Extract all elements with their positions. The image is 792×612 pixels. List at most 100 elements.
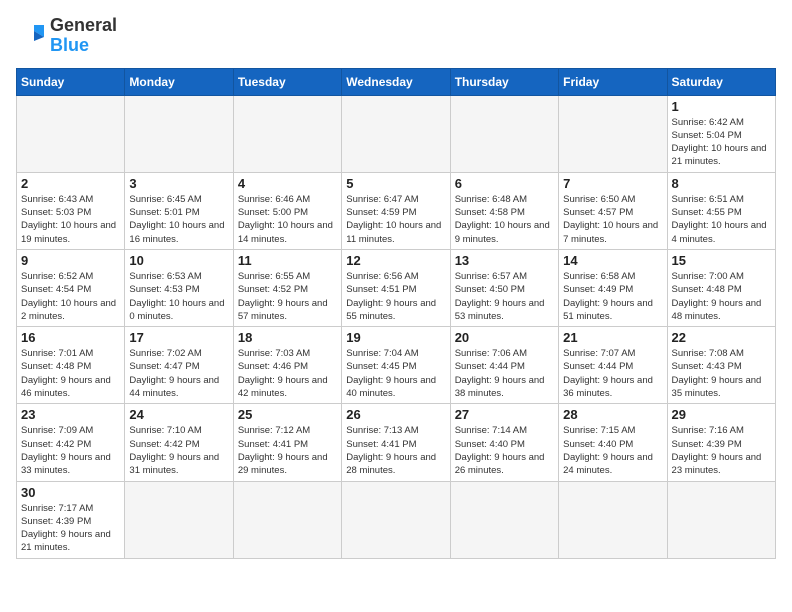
day-number: 16 xyxy=(21,330,120,345)
day-info: Sunrise: 7:09 AM Sunset: 4:42 PM Dayligh… xyxy=(21,424,120,477)
day-cell: 24Sunrise: 7:10 AM Sunset: 4:42 PM Dayli… xyxy=(125,404,233,481)
day-number: 7 xyxy=(563,176,662,191)
day-cell: 12Sunrise: 6:56 AM Sunset: 4:51 PM Dayli… xyxy=(342,249,450,326)
day-info: Sunrise: 6:52 AM Sunset: 4:54 PM Dayligh… xyxy=(21,270,120,323)
day-cell: 22 Sunrise: 7:08 AM Sunset: 4:43 PM Dayli… xyxy=(667,327,775,404)
day-info: Sunrise: 7:08 AM Sunset: 4:43 PM Dayligh… xyxy=(672,347,771,400)
weekday-header-saturday: Saturday xyxy=(667,68,775,95)
logo-name: GeneralBlue xyxy=(50,16,117,56)
day-info: Sunrise: 6:42 AM Sunset: 5:04 PM Dayligh… xyxy=(672,116,771,169)
weekday-header-monday: Monday xyxy=(125,68,233,95)
page-header: GeneralBlue xyxy=(16,16,776,56)
day-info: Sunrise: 7:00 AM Sunset: 4:48 PM Dayligh… xyxy=(672,270,771,323)
day-cell: 8 Sunrise: 6:51 AM Sunset: 4:55 PM Daylig… xyxy=(667,172,775,249)
day-number: 4 xyxy=(238,176,337,191)
day-number: 10 xyxy=(129,253,228,268)
day-info: Sunrise: 7:03 AM Sunset: 4:46 PM Dayligh… xyxy=(238,347,337,400)
calendar: SundayMondayTuesdayWednesdayThursdayFrid… xyxy=(16,68,776,559)
day-cell: 17Sunrise: 7:02 AM Sunset: 4:47 PM Dayli… xyxy=(125,327,233,404)
logo: GeneralBlue xyxy=(16,16,117,56)
day-cell: 1 Sunrise: 6:42 AM Sunset: 5:04 PM Daylig… xyxy=(667,95,775,172)
day-cell xyxy=(342,481,450,558)
week-row-0: 1 Sunrise: 6:42 AM Sunset: 5:04 PM Daylig… xyxy=(17,95,776,172)
day-cell: 23Sunrise: 7:09 AM Sunset: 4:42 PM Dayli… xyxy=(17,404,125,481)
day-info: Sunrise: 6:58 AM Sunset: 4:49 PM Dayligh… xyxy=(563,270,662,323)
week-row-4: 23Sunrise: 7:09 AM Sunset: 4:42 PM Dayli… xyxy=(17,404,776,481)
day-number: 1 xyxy=(672,99,771,114)
day-info: Sunrise: 7:01 AM Sunset: 4:48 PM Dayligh… xyxy=(21,347,120,400)
day-info: Sunrise: 6:53 AM Sunset: 4:53 PM Dayligh… xyxy=(129,270,228,323)
day-cell: 13Sunrise: 6:57 AM Sunset: 4:50 PM Dayli… xyxy=(450,249,558,326)
day-cell xyxy=(17,95,125,172)
day-cell: 27 Sunrise: 7:14 AM Sunset: 4:40 PM Dayli… xyxy=(450,404,558,481)
day-number: 8 xyxy=(672,176,771,191)
day-cell xyxy=(233,95,341,172)
day-cell: 19Sunrise: 7:04 AM Sunset: 4:45 PM Dayli… xyxy=(342,327,450,404)
day-info: Sunrise: 6:51 AM Sunset: 4:55 PM Dayligh… xyxy=(672,193,771,246)
week-row-2: 9 Sunrise: 6:52 AM Sunset: 4:54 PM Daylig… xyxy=(17,249,776,326)
day-number: 22 xyxy=(672,330,771,345)
day-number: 11 xyxy=(238,253,337,268)
day-cell: 6 Sunrise: 6:48 AM Sunset: 4:58 PM Daylig… xyxy=(450,172,558,249)
day-cell: 5Sunrise: 6:47 AM Sunset: 4:59 PM Daylig… xyxy=(342,172,450,249)
day-info: Sunrise: 7:04 AM Sunset: 4:45 PM Dayligh… xyxy=(346,347,445,400)
weekday-header-thursday: Thursday xyxy=(450,68,558,95)
day-cell: 28Sunrise: 7:15 AM Sunset: 4:40 PM Dayli… xyxy=(559,404,667,481)
week-row-3: 16 Sunrise: 7:01 AM Sunset: 4:48 PM Dayli… xyxy=(17,327,776,404)
day-info: Sunrise: 7:17 AM Sunset: 4:39 PM Dayligh… xyxy=(21,502,120,555)
day-cell: 21Sunrise: 7:07 AM Sunset: 4:44 PM Dayli… xyxy=(559,327,667,404)
day-number: 9 xyxy=(21,253,120,268)
day-number: 24 xyxy=(129,407,228,422)
weekday-header-tuesday: Tuesday xyxy=(233,68,341,95)
day-number: 30 xyxy=(21,485,120,500)
day-number: 6 xyxy=(455,176,554,191)
day-cell: 3 Sunrise: 6:45 AM Sunset: 5:01 PM Daylig… xyxy=(125,172,233,249)
day-number: 17 xyxy=(129,330,228,345)
day-info: Sunrise: 6:47 AM Sunset: 4:59 PM Dayligh… xyxy=(346,193,445,246)
day-cell: 25 Sunrise: 7:12 AM Sunset: 4:41 PM Dayli… xyxy=(233,404,341,481)
day-number: 26 xyxy=(346,407,445,422)
day-cell: 20 Sunrise: 7:06 AM Sunset: 4:44 PM Dayli… xyxy=(450,327,558,404)
day-cell: 4Sunrise: 6:46 AM Sunset: 5:00 PM Daylig… xyxy=(233,172,341,249)
day-cell xyxy=(667,481,775,558)
day-info: Sunrise: 7:13 AM Sunset: 4:41 PM Dayligh… xyxy=(346,424,445,477)
day-number: 27 xyxy=(455,407,554,422)
day-number: 25 xyxy=(238,407,337,422)
day-number: 2 xyxy=(21,176,120,191)
day-number: 14 xyxy=(563,253,662,268)
day-cell xyxy=(559,481,667,558)
logo-bird-icon xyxy=(16,21,46,51)
day-cell: 15Sunrise: 7:00 AM Sunset: 4:48 PM Dayli… xyxy=(667,249,775,326)
day-number: 29 xyxy=(672,407,771,422)
day-cell xyxy=(233,481,341,558)
day-info: Sunrise: 6:45 AM Sunset: 5:01 PM Dayligh… xyxy=(129,193,228,246)
day-info: Sunrise: 6:48 AM Sunset: 4:58 PM Dayligh… xyxy=(455,193,554,246)
day-number: 3 xyxy=(129,176,228,191)
day-number: 20 xyxy=(455,330,554,345)
day-info: Sunrise: 6:57 AM Sunset: 4:50 PM Dayligh… xyxy=(455,270,554,323)
weekday-header-row: SundayMondayTuesdayWednesdayThursdayFrid… xyxy=(17,68,776,95)
day-cell xyxy=(450,95,558,172)
day-cell: 2 Sunrise: 6:43 AM Sunset: 5:03 PM Daylig… xyxy=(17,172,125,249)
day-cell xyxy=(125,95,233,172)
day-number: 18 xyxy=(238,330,337,345)
logo-text-block: GeneralBlue xyxy=(16,16,117,56)
day-info: Sunrise: 6:55 AM Sunset: 4:52 PM Dayligh… xyxy=(238,270,337,323)
day-cell: 29 Sunrise: 7:16 AM Sunset: 4:39 PM Dayli… xyxy=(667,404,775,481)
day-info: Sunrise: 7:15 AM Sunset: 4:40 PM Dayligh… xyxy=(563,424,662,477)
day-cell: 10 Sunrise: 6:53 AM Sunset: 4:53 PM Dayli… xyxy=(125,249,233,326)
day-info: Sunrise: 7:06 AM Sunset: 4:44 PM Dayligh… xyxy=(455,347,554,400)
day-cell xyxy=(450,481,558,558)
day-info: Sunrise: 7:14 AM Sunset: 4:40 PM Dayligh… xyxy=(455,424,554,477)
week-row-5: 30 Sunrise: 7:17 AM Sunset: 4:39 PM Dayli… xyxy=(17,481,776,558)
day-info: Sunrise: 6:43 AM Sunset: 5:03 PM Dayligh… xyxy=(21,193,120,246)
day-cell xyxy=(342,95,450,172)
day-cell: 26 Sunrise: 7:13 AM Sunset: 4:41 PM Dayli… xyxy=(342,404,450,481)
day-cell: 14 Sunrise: 6:58 AM Sunset: 4:49 PM Dayli… xyxy=(559,249,667,326)
day-info: Sunrise: 7:12 AM Sunset: 4:41 PM Dayligh… xyxy=(238,424,337,477)
day-info: Sunrise: 7:16 AM Sunset: 4:39 PM Dayligh… xyxy=(672,424,771,477)
day-cell xyxy=(125,481,233,558)
day-cell xyxy=(559,95,667,172)
day-info: Sunrise: 6:56 AM Sunset: 4:51 PM Dayligh… xyxy=(346,270,445,323)
week-row-1: 2 Sunrise: 6:43 AM Sunset: 5:03 PM Daylig… xyxy=(17,172,776,249)
